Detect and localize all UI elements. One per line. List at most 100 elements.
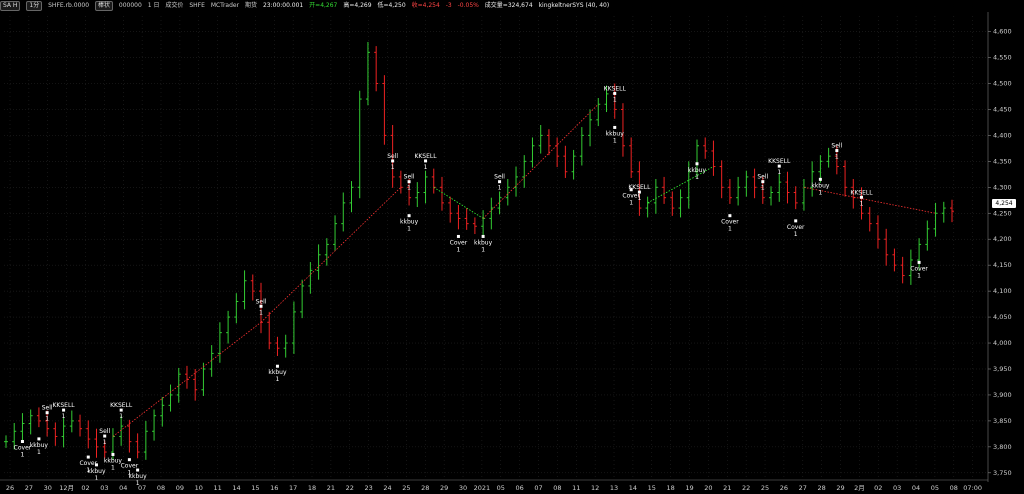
price-tick-label: 3,750 — [993, 469, 1012, 477]
price-bar — [662, 176, 667, 204]
signal-qty: 1 — [119, 413, 123, 420]
price-chart[interactable]: Cover1kkbuy1Sell1KKSELL1Cover1kkbuy1Sell… — [0, 12, 1024, 494]
signal-label: KKSELL — [768, 158, 791, 165]
signal-label: Cover — [910, 265, 928, 272]
price-bar — [415, 182, 420, 208]
price-bar — [670, 191, 675, 216]
price-bar — [69, 410, 74, 433]
signal-label: KKSELL — [110, 402, 133, 409]
price-bar — [382, 75, 387, 145]
signal-marker — [127, 458, 131, 462]
date-tick-label: 08 — [950, 484, 958, 492]
date-tick-label: 29 — [440, 484, 448, 492]
chart-type-button[interactable]: 棒状 — [94, 1, 113, 11]
date-tick-label: 27 — [799, 484, 807, 492]
price-bar — [439, 176, 444, 211]
price-bar — [884, 228, 889, 266]
signal-cover: Cover1 — [450, 234, 468, 253]
price-bar — [119, 415, 124, 446]
date-tick-label: 08 — [157, 484, 165, 492]
price-bar — [28, 409, 33, 435]
chart-header: SA H 1分 SHFE.rb.0000 棒状 000000 1 日 成交价 S… — [0, 0, 1024, 12]
signal-kkbuy: kkbuy1 — [606, 125, 624, 144]
date-tick-label: 19 — [685, 484, 693, 492]
date-tick-label: 13 — [610, 484, 618, 492]
date-tick-label: 06 — [516, 484, 524, 492]
signal-label: Sell — [42, 405, 53, 412]
price-bar — [472, 217, 477, 235]
price-bar — [752, 168, 757, 199]
exchange-text: 成交价 — [165, 2, 184, 9]
price-bar — [464, 208, 469, 230]
price-bar — [4, 435, 8, 448]
price-bars — [4, 41, 954, 460]
price-bar — [324, 238, 329, 266]
signal-cover: Cover1 — [721, 214, 739, 233]
price-bar — [36, 407, 41, 428]
period-label: 期货 — [245, 2, 258, 9]
period-button[interactable]: 1分 — [26, 1, 43, 11]
date-tick-label: 18 — [667, 484, 675, 492]
price-bar — [530, 137, 535, 168]
price-bar — [398, 170, 403, 194]
price-bar — [316, 244, 321, 280]
signal-qty: 1 — [777, 169, 781, 176]
price-bar — [431, 168, 436, 194]
price-bar — [563, 145, 568, 178]
signal-label: KKSELL — [53, 402, 76, 409]
price-bar — [160, 397, 165, 427]
price-tick-label: 3,850 — [993, 417, 1012, 425]
signal-sell: Sell 1 — [494, 174, 505, 192]
signal-qty: 1 — [860, 200, 864, 207]
price-bar — [53, 422, 58, 446]
price-bar — [875, 215, 880, 249]
price-bar — [448, 196, 453, 223]
date-tick-label: 16 — [270, 484, 278, 492]
price-bar — [217, 322, 222, 363]
price-bar — [867, 207, 872, 232]
signal-label: kkbuy — [30, 442, 49, 449]
price-bar — [168, 384, 173, 412]
change-label: -3 — [445, 2, 452, 9]
date-tick-label: 07 — [138, 484, 146, 492]
signal-kksell: KKSELL 1 — [110, 402, 133, 420]
symbol-button[interactable]: SA H — [0, 1, 21, 11]
price-axis[interactable]: 4,600 4,550 4,500 4,450 4,400 4,350 4,300 4,250… — [987, 12, 1012, 482]
price-bar — [629, 137, 634, 178]
signal-marker — [111, 452, 115, 456]
signal-marker — [728, 214, 732, 218]
signal-qty: 1 — [629, 200, 633, 207]
signal-label: KKSELL — [414, 153, 437, 160]
signal-marker — [275, 364, 279, 368]
signal-qty: 1 — [481, 246, 485, 253]
signal-qty: 1 — [21, 451, 25, 458]
signal-label: Sell — [494, 174, 505, 181]
source-text: MCTrader — [210, 2, 240, 9]
date-tick-label: 28 — [421, 484, 429, 492]
signal-marker — [794, 219, 798, 223]
price-bar — [152, 409, 157, 441]
price-bar — [20, 413, 25, 441]
signal-label: kkbuy — [400, 219, 419, 226]
signal-marker — [818, 177, 822, 181]
date-tick-label: 21 — [327, 484, 335, 492]
price-bar — [283, 334, 288, 358]
price-bar — [933, 202, 938, 237]
date-tick-label: 22 — [742, 484, 750, 492]
signal-label: Sell — [757, 174, 768, 181]
price-tick-label: 4,000 — [993, 339, 1012, 347]
trend-lines — [112, 103, 936, 437]
signal-marker — [481, 234, 485, 238]
price-bar — [94, 428, 99, 458]
signal-label: Sell — [256, 298, 267, 305]
date-tick-label: 20 — [704, 484, 712, 492]
price-bar — [941, 201, 946, 223]
position-line — [482, 103, 599, 219]
signal-kkbuy: kkbuy1 — [268, 364, 287, 383]
date-tick-label: 15 — [648, 484, 656, 492]
date-tick-label: 18 — [308, 484, 316, 492]
date-axis[interactable]: 26 27 30 12月 02 03 04 07 08 09 10 11 14 15 16 17 18 21 22 2… — [0, 479, 988, 492]
price-bar — [349, 181, 354, 213]
signal-qty: 1 — [613, 137, 617, 144]
price-bar — [357, 90, 362, 199]
